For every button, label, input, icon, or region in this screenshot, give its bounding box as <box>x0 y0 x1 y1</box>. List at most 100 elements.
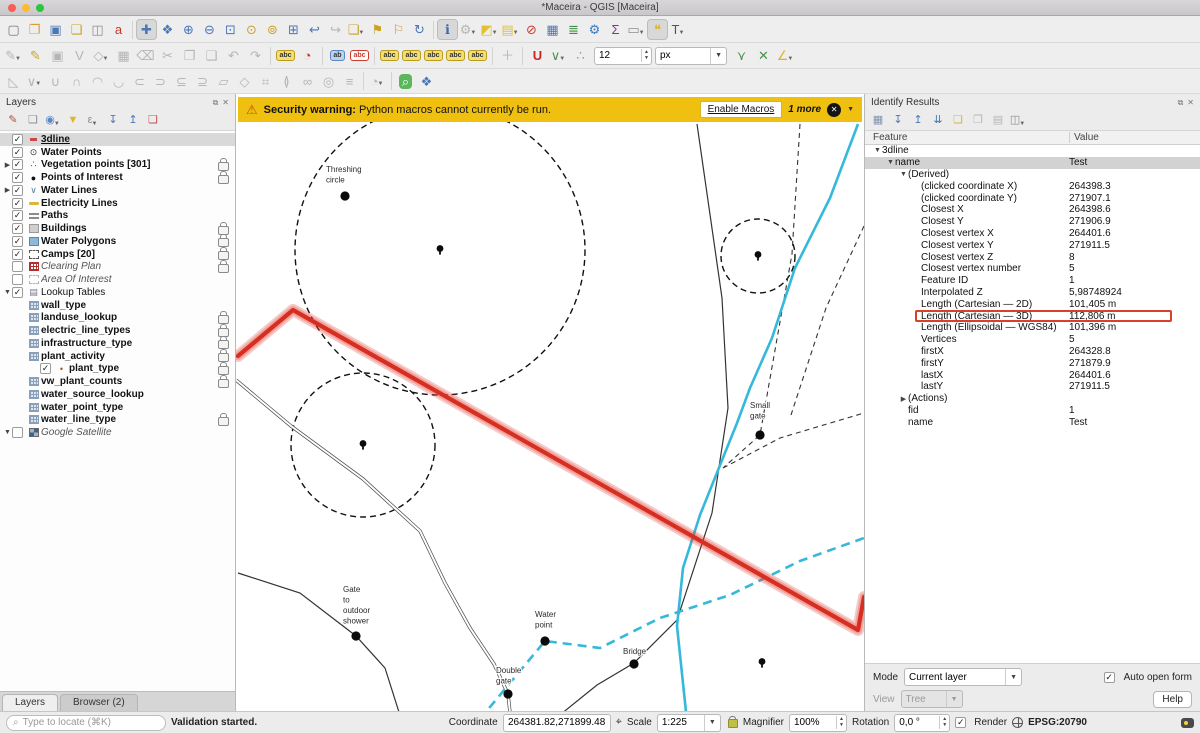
close-panel-icon[interactable]: ✕ <box>1187 98 1194 107</box>
layer-visibility-checkbox[interactable] <box>12 261 23 272</box>
layer-item[interactable]: water_point_type <box>0 401 235 414</box>
expand-arrow-icon[interactable]: ▼ <box>899 171 908 178</box>
layer-visibility-checkbox[interactable]: ✓ <box>12 159 23 170</box>
warning-dropdown-icon[interactable]: ▼ <box>847 106 854 113</box>
identify-row[interactable]: ▶(Actions) <box>865 393 1200 405</box>
layer-item[interactable]: ✓•plant_type <box>0 363 235 376</box>
layer-item[interactable]: Clearing Plan <box>0 261 235 274</box>
expand-new-results-icon[interactable]: ⇊ <box>929 112 947 130</box>
close-warning-icon[interactable]: ✕ <box>827 103 841 117</box>
run-feature-action-icon[interactable]: ⚙▼ <box>458 19 479 40</box>
open-layer-styling-icon[interactable]: ✎ <box>4 112 22 130</box>
metasearch-icon[interactable]: ⌕ <box>395 71 416 92</box>
zoom-native-icon[interactable]: ⊞ <box>283 19 304 40</box>
split-features-icon[interactable]: ≬ <box>276 71 297 92</box>
snapping-mode-icon[interactable]: ∨▼ <box>548 45 569 66</box>
scale-input[interactable] <box>658 717 704 728</box>
snapping-unit-combo[interactable]: ▼ <box>655 47 727 65</box>
layer-item[interactable]: electric_line_types <box>0 324 235 337</box>
identify-row[interactable]: Closest vertex number5 <box>865 263 1200 275</box>
identify-mode-icon[interactable]: ▦ <box>869 112 887 130</box>
save-project-icon[interactable]: ▣ <box>45 19 66 40</box>
layer-item[interactable]: wall_type <box>0 299 235 312</box>
copy-features-icon[interactable]: ❐ <box>179 45 200 66</box>
snapping-tolerance-spinbox[interactable]: ▲▼ <box>594 47 652 65</box>
identify-row[interactable]: Closest vertex Y271911.5 <box>865 239 1200 251</box>
statistical-summary-icon[interactable]: ≣ <box>563 19 584 40</box>
style-manager-icon[interactable]: a <box>108 19 129 40</box>
print-response-icon[interactable]: ▤ <box>989 112 1007 130</box>
add-group-icon[interactable]: ❏ <box>24 112 42 130</box>
delete-selected-icon[interactable]: ⌫ <box>135 45 156 66</box>
identify-row[interactable]: Length (Cartesian — 3D)112,806 m <box>865 310 1200 322</box>
add-part-icon[interactable]: ⊃ <box>150 71 171 92</box>
new-project-icon[interactable]: ▢ <box>3 19 24 40</box>
expand-arrow-icon[interactable]: ▼ <box>873 147 882 154</box>
crs-globe-icon[interactable] <box>1012 717 1023 728</box>
layer-item[interactable]: ✓3dline <box>0 133 235 146</box>
pan-to-selection-icon[interactable]: ❖ <box>157 19 178 40</box>
float-panel-icon[interactable]: ⧉ <box>1178 98 1184 108</box>
highlight-label-icon[interactable]: abc <box>379 45 400 66</box>
layer-item[interactable]: ✓⊙Water Points <box>0 146 235 159</box>
identify-row[interactable]: nameTest <box>865 416 1200 428</box>
more-warnings-link[interactable]: 1 more <box>788 104 821 115</box>
select-features-icon[interactable]: ◩▼ <box>479 19 500 40</box>
measure-icon[interactable]: ▭▼ <box>626 19 647 40</box>
coordinate-input[interactable] <box>504 717 610 728</box>
offset-curve-icon[interactable]: ⌗ <box>255 71 276 92</box>
highlight-pinned-labels-icon[interactable]: abc <box>349 45 370 66</box>
filter-legend-icon[interactable]: ▼ <box>64 112 82 130</box>
identify-row[interactable]: Closest Y271906.9 <box>865 216 1200 228</box>
pan-map-icon[interactable]: ✚ <box>136 19 157 40</box>
expand-arrow-icon[interactable]: ▶ <box>3 186 12 194</box>
render-checkbox[interactable]: ✓ <box>955 717 966 728</box>
edit-features-icon[interactable]: ❖ <box>416 71 437 92</box>
magnifier-input[interactable] <box>790 717 836 728</box>
enable-tracing-icon[interactable]: ∠▼ <box>775 45 796 66</box>
add-feature-shape-icon[interactable]: ∨▼ <box>24 71 45 92</box>
identify-row[interactable]: Feature ID1 <box>865 275 1200 287</box>
crs-status[interactable]: EPSG:20790 <box>1028 717 1087 728</box>
text-annotation-icon[interactable]: T▼ <box>668 19 689 40</box>
merge-features-icon[interactable]: ◎ <box>318 71 339 92</box>
layer-visibility-checkbox[interactable]: ✓ <box>12 223 23 234</box>
collapse-all-icon[interactable]: ↥ <box>124 112 142 130</box>
identify-row[interactable]: ▼3dline <box>865 145 1200 157</box>
layer-visibility-checkbox[interactable] <box>12 427 23 438</box>
layer-visibility-checkbox[interactable] <box>12 274 23 285</box>
simplify-feature-icon[interactable]: ◡ <box>108 71 129 92</box>
topological-editing-icon[interactable]: ⋎ <box>731 45 752 66</box>
layer-visibility-checkbox[interactable]: ✓ <box>12 185 23 196</box>
identify-row[interactable]: Closest X264398.6 <box>865 204 1200 216</box>
open-project-icon[interactable]: ❐ <box>24 19 45 40</box>
map-canvas[interactable]: ThreshingcircleSmallgateGatetooutdoorsho… <box>236 94 864 711</box>
layer-diagram-icon[interactable]: ◔ <box>297 45 318 66</box>
expand-all-icon[interactable]: ↧ <box>104 112 122 130</box>
layer-item[interactable]: ✓Camps [20] <box>0 248 235 261</box>
filter-expression-icon[interactable]: ε▼ <box>84 112 102 130</box>
expand-all-icon[interactable]: ↧ <box>889 112 907 130</box>
identify-row[interactable]: Length (Ellipsoidal — WGS84)101,396 m <box>865 322 1200 334</box>
add-line-feature-icon[interactable]: V <box>69 45 90 66</box>
layer-item[interactable]: vw_plant_counts <box>0 375 235 388</box>
identify-row[interactable]: Length (Cartesian — 2D)101,405 m <box>865 298 1200 310</box>
scale-combo[interactable]: ▼ <box>657 714 721 732</box>
redo-icon[interactable]: ↷ <box>245 45 266 66</box>
fill-ring-icon[interactable]: ⊆ <box>171 71 192 92</box>
new-print-layout-icon[interactable]: ❏ <box>66 19 87 40</box>
layer-item[interactable]: plant_activity <box>0 350 235 363</box>
layer-item[interactable]: ✓Electricity Lines <box>0 197 235 210</box>
layer-visibility-checkbox[interactable]: ✓ <box>40 363 51 374</box>
expand-arrow-icon[interactable]: ▼ <box>3 429 12 436</box>
refresh-icon[interactable]: ↻ <box>409 19 430 40</box>
layer-visibility-checkbox[interactable]: ✓ <box>12 210 23 221</box>
rotation-spinbox[interactable]: ▲▼ <box>894 714 950 732</box>
panel-tab-layers[interactable]: Layers <box>2 694 58 711</box>
locator-search[interactable]: ⌕ Type to locate (⌘K) <box>6 715 166 731</box>
identify-row[interactable]: Vertices5 <box>865 334 1200 346</box>
expand-arrow-icon[interactable]: ▼ <box>886 159 895 166</box>
layout-manager-icon[interactable]: ◫ <box>87 19 108 40</box>
identify-row[interactable]: (clicked coordinate Y)271907.1 <box>865 192 1200 204</box>
zoom-out-icon[interactable]: ⊖ <box>199 19 220 40</box>
